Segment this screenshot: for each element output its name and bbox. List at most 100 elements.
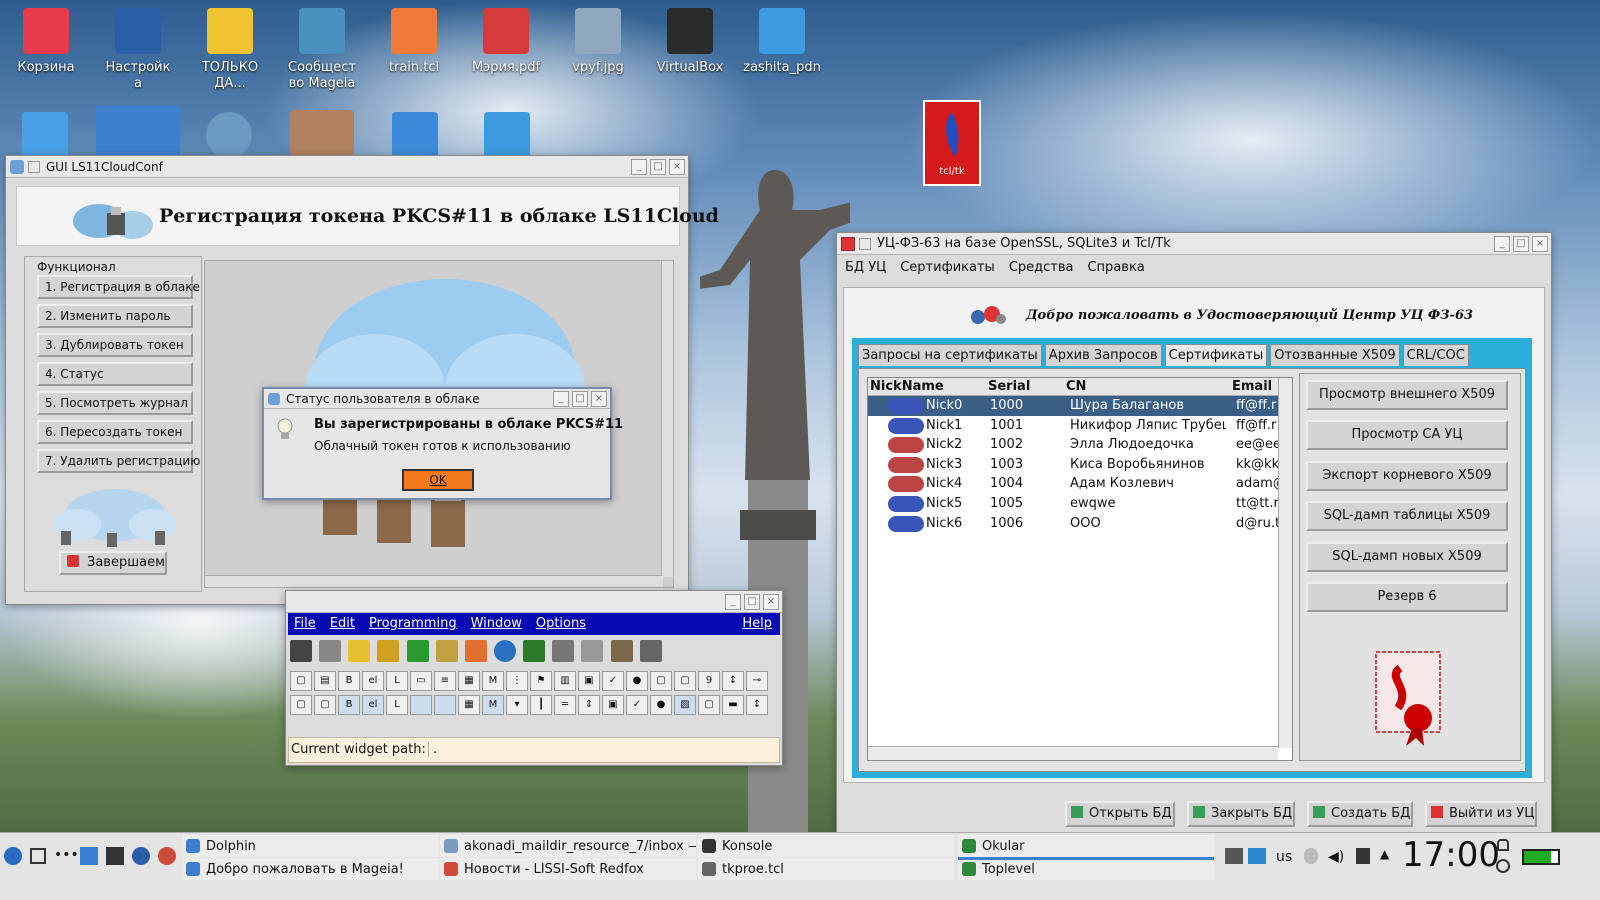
palette-listbox-icon[interactable]: L <box>386 671 408 691</box>
menu-help[interactable]: Help <box>742 616 772 631</box>
palette-tnotebook-icon[interactable]: ▣ <box>602 695 624 715</box>
side-button-5[interactable]: Резерв 6 <box>1306 582 1508 612</box>
network-settings-icon[interactable] <box>206 112 252 158</box>
desktop-icon[interactable]: vpyf.jpg <box>552 8 644 76</box>
copy-icon[interactable] <box>581 640 604 662</box>
minimize-icon[interactable]: _ <box>631 158 647 175</box>
maximize-icon[interactable]: □ <box>744 593 760 610</box>
show-desktop-icon[interactable] <box>30 848 46 864</box>
menu-item-6[interactable]: 6. Пересоздать токен <box>37 420 193 444</box>
side-button-3[interactable]: SQL-дамп таблицы X509 <box>1306 501 1508 532</box>
pin-icon[interactable] <box>28 160 40 173</box>
taskbar-task[interactable]: Toplevel <box>958 858 1214 880</box>
palette-tprogress-icon[interactable]: ▬ <box>722 695 744 715</box>
table-row[interactable]: Nick5 1005 ewqwe tt@tt.r <box>868 494 1278 514</box>
layout-icon[interactable] <box>348 640 371 662</box>
table-row[interactable]: Nick0 1000 Шура Балаганов ff@ff.r <box>868 396 1278 416</box>
palette-spinbox-icon[interactable]: 9 <box>698 671 720 691</box>
palette-blank-icon[interactable] <box>410 695 432 715</box>
palette-checkbutton-icon[interactable]: ✓ <box>602 671 624 691</box>
palette-entry-icon[interactable]: el <box>362 671 384 691</box>
tab-4[interactable]: CRL/COC <box>1402 344 1469 366</box>
menu-edit[interactable]: Edit <box>330 616 355 631</box>
mail-app-icon[interactable] <box>96 106 180 158</box>
palette-scale-icon[interactable]: ↕ <box>722 671 744 691</box>
palette-tscrollbar-icon[interactable]: ┃ <box>530 695 552 715</box>
home-folder-icon[interactable] <box>22 112 68 158</box>
palette-text-icon[interactable]: ≡ <box>434 671 456 691</box>
palette-tcheck-icon[interactable]: ✓ <box>626 695 648 715</box>
tkproe-titlebar[interactable]: _ □ × <box>286 591 782 613</box>
desktop-icon[interactable]: zashita_pdn <box>736 8 828 76</box>
palette-tseparator-icon[interactable]: ═ <box>554 695 576 715</box>
uc-menu-item[interactable]: Сертификаты <box>900 260 995 275</box>
grid-icon[interactable] <box>406 640 429 662</box>
taskbar-task[interactable]: akonadi_maildir_resource_7/inbox — ... <box>440 835 696 857</box>
column-header[interactable]: Email <box>1232 379 1272 394</box>
palette-ttoplevel-icon[interactable]: ▢ <box>698 695 720 715</box>
palette-flag-icon[interactable]: ⚑ <box>530 671 552 691</box>
power-icon[interactable] <box>1496 859 1510 873</box>
palette-menu-icon[interactable]: M <box>482 671 504 691</box>
palette-window-icon[interactable]: ▢ <box>650 671 672 691</box>
palette-message-icon[interactable]: ▭ <box>410 671 432 691</box>
minimize-icon[interactable]: _ <box>553 390 569 407</box>
tab-2[interactable]: Сертификаты <box>1164 344 1268 366</box>
palette-blank-icon[interactable] <box>434 695 456 715</box>
palette-tlistbox-icon[interactable]: L <box>386 695 408 715</box>
accessibility-icon[interactable] <box>1304 848 1318 864</box>
maximize-icon[interactable]: □ <box>1513 235 1529 252</box>
edit-icon[interactable] <box>464 640 487 662</box>
maximize-icon[interactable]: □ <box>572 390 588 407</box>
clock[interactable]: 17:00 <box>1402 835 1500 875</box>
fonts-icon[interactable] <box>435 640 458 662</box>
paste-icon[interactable] <box>610 640 633 662</box>
uc-titlebar[interactable]: УЦ-ФЗ-63 на базе OpenSSL, SQLite3 и Tcl/… <box>837 233 1551 255</box>
pin-icon[interactable] <box>859 237 871 250</box>
palette-tscale-icon[interactable]: ↕ <box>746 695 768 715</box>
html-file-icon[interactable] <box>484 112 530 158</box>
terminal-launcher-icon[interactable] <box>106 847 124 865</box>
uc-menu-item[interactable]: Средства <box>1009 260 1074 275</box>
uc-menu-item[interactable]: БД УЦ <box>845 260 886 275</box>
clipboard-icon[interactable] <box>1356 848 1370 864</box>
tray-expand-icon[interactable]: ▲ <box>1380 847 1389 861</box>
tab-3[interactable]: Отозванные X509 <box>1270 344 1400 366</box>
table-row[interactable]: Nick1 1001 Никифор Ляпис Трубецк ff@ff.r <box>868 416 1278 436</box>
palette-tmenubutton-icon[interactable]: M <box>482 695 504 715</box>
globe-icon[interactable] <box>493 640 516 662</box>
table-row[interactable]: Nick4 1004 Адам Козлевич adam@ <box>868 474 1278 494</box>
palette-tcanvas-icon[interactable]: ▨ <box>674 695 696 715</box>
menu-window[interactable]: Window <box>471 616 522 631</box>
menu-item-2[interactable]: 2. Изменить пароль <box>37 304 193 328</box>
palette-tradio-icon[interactable]: ● <box>650 695 672 715</box>
menu-item-1[interactable]: 1. Регистрация в облаке <box>37 275 200 299</box>
volume-icon[interactable]: ◀) <box>1328 849 1344 865</box>
finish-button[interactable]: Завершаем <box>59 551 167 575</box>
tree-icon[interactable] <box>523 640 546 662</box>
frames-icon[interactable] <box>377 640 400 662</box>
tab-1[interactable]: Архив Запросов <box>1044 344 1162 366</box>
menu-item-4[interactable]: 4. Статус <box>37 362 193 386</box>
palette-tcombo-icon[interactable]: ▦ <box>458 695 480 715</box>
menu-programming[interactable]: Programming <box>369 616 457 631</box>
palette-frame-icon[interactable]: ▢ <box>290 671 312 691</box>
menu-options[interactable]: Options <box>536 616 586 631</box>
palette-slider-icon[interactable]: ⊸ <box>746 671 768 691</box>
uc-menu-item[interactable]: Справка <box>1087 260 1144 275</box>
ok-button[interactable]: OK <box>402 469 474 491</box>
widget-path-value[interactable]: . <box>433 742 437 757</box>
vertical-scrollbar[interactable] <box>661 261 673 577</box>
desktop-icon[interactable]: Мэрия.pdf <box>460 8 552 76</box>
palette-radiobutton-icon[interactable]: ● <box>626 671 648 691</box>
files-launcher-icon[interactable] <box>80 847 98 865</box>
minimize-icon[interactable]: _ <box>1494 235 1510 252</box>
bottom-button-3[interactable]: Выйти из УЦ <box>1425 801 1537 827</box>
battery-icon[interactable] <box>1522 849 1560 865</box>
bottom-button-2[interactable]: Создать БД <box>1307 801 1413 827</box>
network-icon[interactable] <box>1248 848 1266 864</box>
browser-launcher-icon[interactable] <box>158 847 176 865</box>
screen-icon[interactable] <box>1225 848 1243 864</box>
desktop-icon[interactable]: VirtualBox <box>644 8 736 76</box>
horizontal-scrollbar[interactable] <box>205 575 663 587</box>
